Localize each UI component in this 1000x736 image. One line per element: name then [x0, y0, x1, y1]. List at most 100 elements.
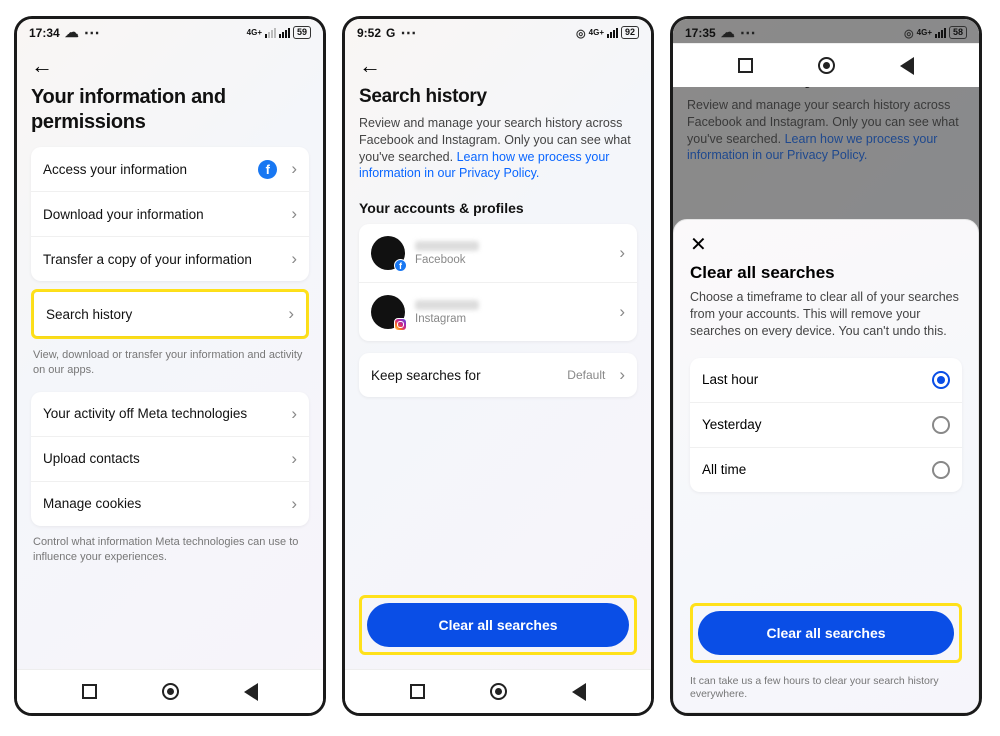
- android-nav: [17, 669, 323, 713]
- android-nav: [345, 669, 651, 713]
- chevron-right-icon: ›: [287, 404, 297, 424]
- page-desc: Review and manage your search history ac…: [359, 115, 637, 183]
- battery-indicator: 59: [293, 26, 311, 39]
- cloud-icon: [65, 24, 79, 41]
- status-bar: 17:34 4G+ 59: [17, 19, 323, 43]
- signal-icon: [935, 28, 946, 38]
- group2-hint: Control what information Meta technologi…: [33, 535, 307, 565]
- chevron-right-icon: ›: [287, 249, 297, 269]
- back-button[interactable]: ←: [359, 47, 637, 81]
- instagram-badge-icon: [394, 318, 407, 331]
- network-label: 4G+: [917, 28, 932, 37]
- row-download-info[interactable]: Download your information ›: [31, 191, 309, 236]
- battery-indicator: 92: [621, 26, 639, 39]
- nav-recent-icon[interactable]: [410, 684, 425, 699]
- accounts-heading: Your accounts & profiles: [359, 200, 637, 216]
- signal-icon-2: [279, 28, 290, 38]
- chevron-right-icon: ›: [615, 365, 625, 385]
- network-label: 4G+: [589, 28, 604, 37]
- chevron-right-icon: ›: [287, 449, 297, 469]
- avatar: [371, 295, 405, 329]
- option-last-hour[interactable]: Last hour: [690, 358, 962, 402]
- eye-icon: [904, 26, 914, 40]
- more-icon: [740, 23, 756, 43]
- signal-icon: [607, 28, 618, 38]
- row-keep-searches[interactable]: Keep searches for Default ›: [359, 353, 637, 397]
- clear-all-button[interactable]: Clear all searches: [367, 603, 629, 647]
- radio-icon: [932, 416, 950, 434]
- settings-group-1: Access your information f › Download you…: [31, 147, 309, 281]
- group1-hint: View, download or transfer your informat…: [33, 348, 307, 378]
- content-area: ← Your information and permissions Acces…: [17, 43, 323, 669]
- account-facebook[interactable]: f Facebook ›: [359, 224, 637, 282]
- nav-back-icon[interactable]: [244, 683, 258, 701]
- nav-home-icon[interactable]: [162, 683, 179, 700]
- more-icon: [84, 23, 100, 43]
- signal-icon: [265, 28, 276, 38]
- row-transfer-copy[interactable]: Transfer a copy of your information ›: [31, 236, 309, 281]
- account-name-blur: [415, 241, 479, 251]
- close-icon[interactable]: ✕: [690, 232, 962, 257]
- google-icon: G: [386, 26, 395, 40]
- option-yesterday[interactable]: Yesterday: [690, 402, 962, 447]
- phone-2: 9:52 G 4G+ 92 ← Search history Review an…: [342, 16, 654, 716]
- nav-recent-icon[interactable]: [82, 684, 97, 699]
- chevron-right-icon: ›: [284, 304, 294, 324]
- nav-back-icon[interactable]: [900, 57, 914, 75]
- chevron-right-icon: ›: [287, 494, 297, 514]
- chevron-right-icon: ›: [615, 302, 625, 322]
- radio-selected-icon: [932, 371, 950, 389]
- timeframe-options: Last hour Yesterday All time: [690, 358, 962, 492]
- highlight-search-history: Search history ›: [31, 289, 309, 339]
- row-activity-off-meta[interactable]: Your activity off Meta technologies ›: [31, 392, 309, 436]
- phone-1: 17:34 4G+ 59 ← Your information and perm…: [14, 16, 326, 716]
- status-time: 17:34: [29, 26, 60, 40]
- screen-3: 17:35 4G+ 58 ← Search history Review and…: [673, 19, 979, 713]
- option-all-time[interactable]: All time: [690, 447, 962, 492]
- row-manage-cookies[interactable]: Manage cookies ›: [31, 481, 309, 526]
- status-time: 17:35: [685, 26, 716, 40]
- page-title: Your information and permissions: [31, 85, 309, 135]
- phone-3: 17:35 4G+ 58 ← Search history Review and…: [670, 16, 982, 716]
- chevron-right-icon: ›: [287, 159, 297, 179]
- highlight-confirm-clear: Clear all searches: [690, 603, 962, 663]
- row-upload-contacts[interactable]: Upload contacts ›: [31, 436, 309, 481]
- page-title: Search history: [359, 85, 637, 109]
- sheet-desc: Choose a timeframe to clear all of your …: [690, 289, 962, 340]
- account-name-blur: [415, 300, 479, 310]
- eye-icon: [576, 26, 586, 40]
- back-button[interactable]: ←: [31, 47, 309, 81]
- confirm-clear-button[interactable]: Clear all searches: [698, 611, 954, 655]
- avatar: f: [371, 236, 405, 270]
- screen-2: 9:52 G 4G+ 92 ← Search history Review an…: [345, 19, 651, 713]
- status-bar: 17:35 4G+ 58: [673, 19, 979, 43]
- facebook-badge-icon: f: [394, 259, 407, 272]
- status-time: 9:52: [357, 26, 381, 40]
- nav-home-icon[interactable]: [490, 683, 507, 700]
- facebook-icon: f: [258, 160, 277, 179]
- row-access-info[interactable]: Access your information f ›: [31, 147, 309, 191]
- content-area: ← Search history Review and manage your …: [345, 43, 651, 669]
- highlight-clear-button: Clear all searches: [359, 595, 637, 655]
- status-bar: 9:52 G 4G+ 92: [345, 19, 651, 43]
- account-instagram[interactable]: Instagram ›: [359, 282, 637, 341]
- row-search-history[interactable]: Search history ›: [34, 292, 306, 336]
- network-label: 4G+: [247, 28, 262, 37]
- sheet-title: Clear all searches: [690, 263, 962, 283]
- nav-home-icon[interactable]: [818, 57, 835, 74]
- cloud-icon: [721, 24, 735, 41]
- keep-searches-card: Keep searches for Default ›: [359, 353, 637, 397]
- android-nav: [673, 43, 979, 87]
- accounts-card: f Facebook › Instagram: [359, 224, 637, 341]
- nav-recent-icon[interactable]: [738, 58, 753, 73]
- chevron-right-icon: ›: [615, 243, 625, 263]
- screen-1: 17:34 4G+ 59 ← Your information and perm…: [17, 19, 323, 713]
- more-icon: [400, 23, 416, 43]
- sheet-footnote: It can take us a few hours to clear your…: [690, 675, 962, 702]
- clear-sheet: ✕ Clear all searches Choose a timeframe …: [673, 219, 979, 713]
- battery-indicator: 58: [949, 26, 967, 39]
- nav-back-icon[interactable]: [572, 683, 586, 701]
- settings-group-2: Your activity off Meta technologies › Up…: [31, 392, 309, 526]
- radio-icon: [932, 461, 950, 479]
- chevron-right-icon: ›: [287, 204, 297, 224]
